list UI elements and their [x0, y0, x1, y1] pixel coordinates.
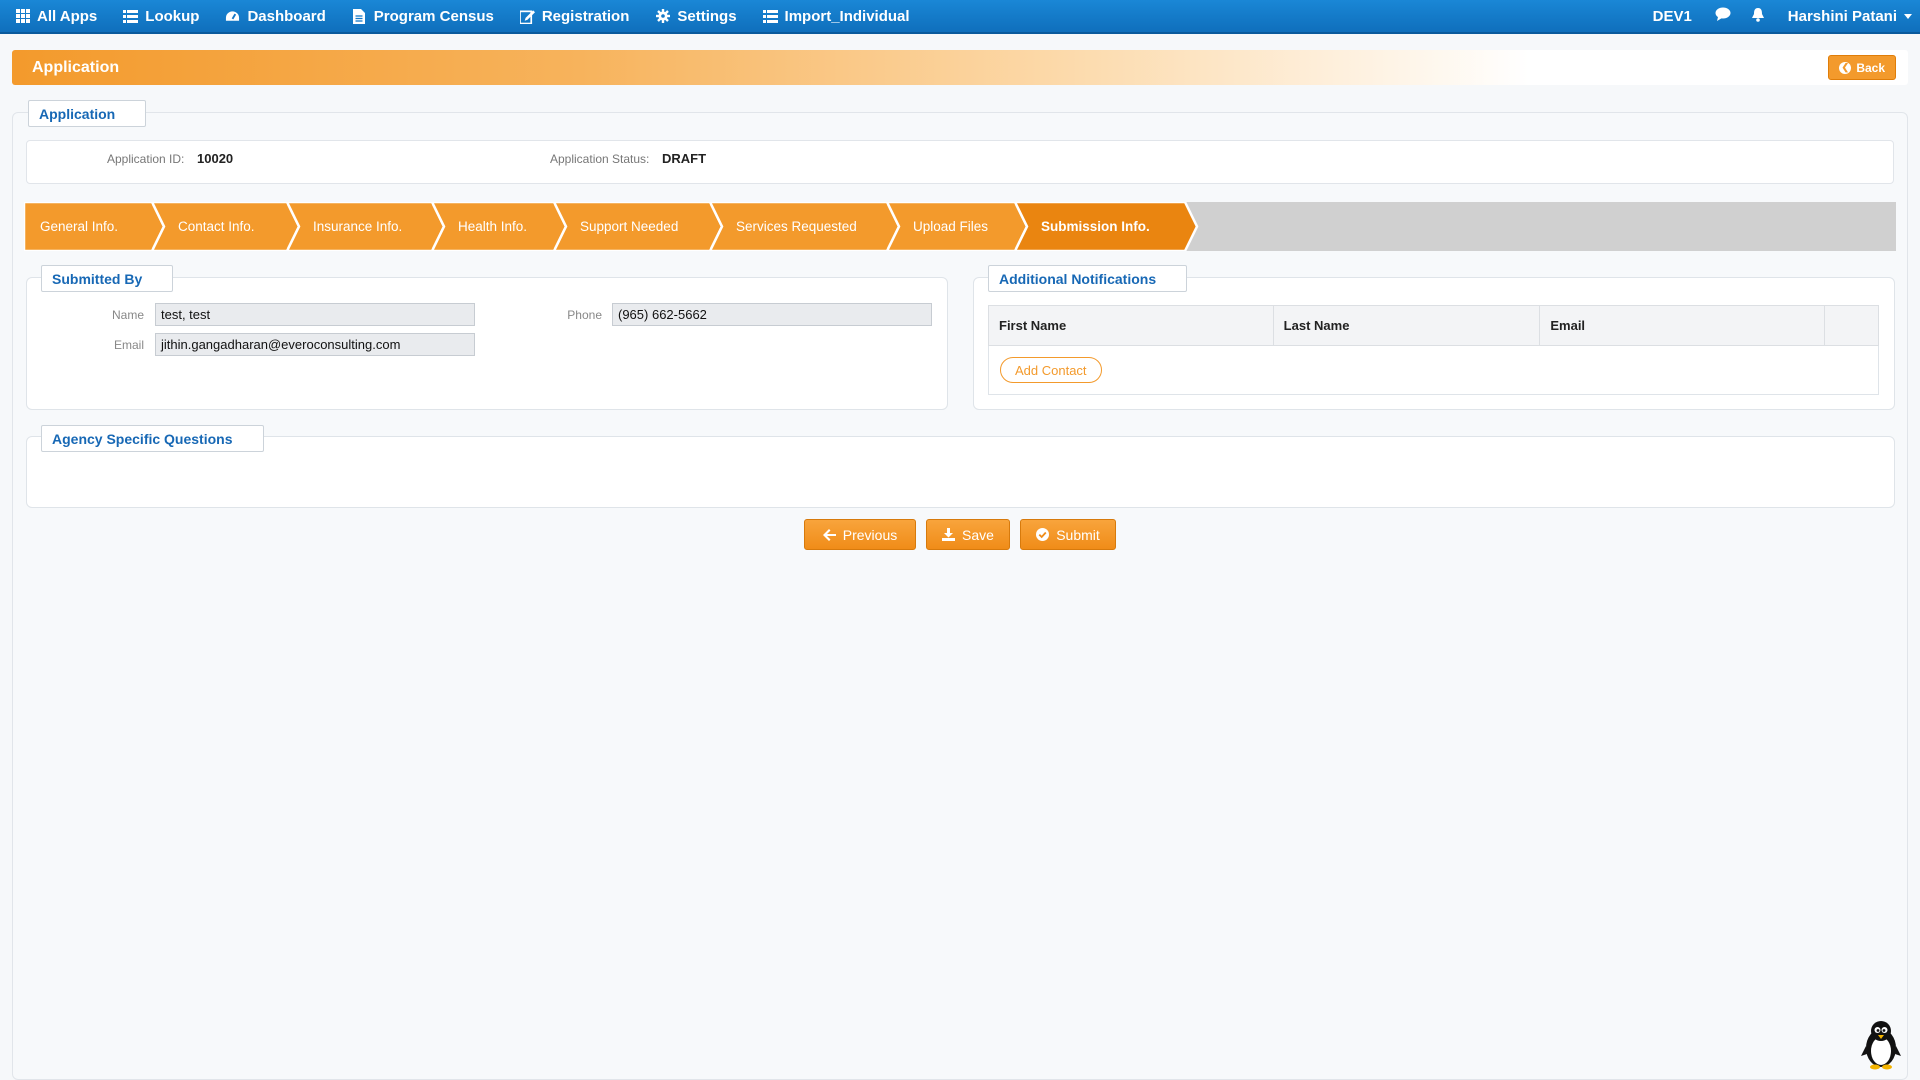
- download-icon: [942, 528, 956, 541]
- wizard-step-label: Submission Info.: [1041, 219, 1150, 234]
- submitted-by-legend: Submitted By: [41, 265, 173, 292]
- wizard-step-5[interactable]: Support Needed: [554, 202, 724, 251]
- agency-questions-section: [26, 436, 1895, 508]
- back-arrow-icon: ❮: [1839, 61, 1852, 74]
- nav-label: Program Census: [373, 7, 494, 25]
- application-id-label: Application ID:: [107, 152, 185, 166]
- nav-import-individual[interactable]: Import_Individual: [750, 0, 923, 33]
- wizard-step-label: Health Info.: [458, 219, 528, 234]
- grid-icon: [15, 9, 30, 24]
- wizard-step-label: Upload Files: [913, 219, 989, 234]
- application-info-bar: Application ID: 10020 Application Status…: [26, 140, 1894, 184]
- document-icon: [352, 8, 367, 24]
- nav-label: Lookup: [145, 7, 200, 25]
- nav-registration[interactable]: Registration: [507, 0, 643, 33]
- wizard-steps: General Info. Contact Info. Insurance Info…: [24, 202, 1896, 251]
- chevron-down-icon: [1904, 13, 1912, 19]
- environment-label: DEV1: [1652, 7, 1692, 25]
- edit-icon: [519, 9, 535, 24]
- nav-dashboard[interactable]: Dashboard: [212, 0, 338, 33]
- save-label: Save: [962, 526, 994, 543]
- bell-icon: [1751, 7, 1765, 26]
- chat-icon: [1715, 7, 1731, 25]
- add-contact-button[interactable]: Add Contact: [1000, 357, 1102, 383]
- submit-button[interactable]: Submit: [1020, 519, 1116, 550]
- wizard-step-1[interactable]: General Info.: [24, 202, 166, 251]
- application-status-value: DRAFT: [662, 151, 707, 166]
- nav-label: Settings: [677, 7, 737, 25]
- nav-program-census[interactable]: Program Census: [339, 0, 507, 33]
- nav-lookup[interactable]: Lookup: [110, 0, 212, 33]
- application-id-value: 10020: [197, 151, 234, 166]
- additional-notifications-legend: Additional Notifications: [988, 265, 1187, 292]
- wizard-step-label: Support Needed: [580, 219, 679, 234]
- list-icon: [762, 9, 778, 24]
- wizard-step-4[interactable]: Health Info.: [432, 202, 568, 251]
- arrow-left-icon: [822, 528, 836, 541]
- wizard-step-label: Insurance Info.: [313, 219, 403, 234]
- nav-label: Import_Individual: [784, 7, 910, 25]
- user-name: Harshini Patani: [1787, 7, 1897, 25]
- email-field[interactable]: jithin.gangadharan@everoconsulting.com: [155, 333, 475, 356]
- wizard-step-8[interactable]: Submission Info.: [1015, 202, 1199, 251]
- nav-settings[interactable]: Settings: [642, 0, 749, 33]
- nav-label: Dashboard: [247, 7, 326, 25]
- previous-button[interactable]: Previous: [804, 519, 916, 550]
- wizard-step-label: Services Requested: [736, 219, 857, 234]
- gear-icon: [655, 9, 670, 24]
- list-icon: [123, 9, 139, 24]
- wizard-step-7[interactable]: Upload Files: [887, 202, 1029, 251]
- wizard-step-label: Contact Info.: [178, 219, 255, 234]
- table-header-row: First Name Last Name Email: [988, 305, 1879, 346]
- name-label: Name: [111, 308, 144, 322]
- previous-label: Previous: [842, 526, 898, 543]
- wizard-step-label: General Info.: [40, 219, 119, 234]
- user-menu[interactable]: Harshini Patani: [1775, 0, 1920, 33]
- back-label: Back: [1856, 60, 1885, 75]
- nav-label: All Apps: [37, 7, 98, 25]
- page-title: Application: [32, 58, 120, 76]
- email-label: Email: [113, 338, 144, 352]
- chat-button[interactable]: [1705, 0, 1741, 33]
- save-button[interactable]: Save: [926, 519, 1010, 550]
- nav-label: Registration: [541, 7, 630, 25]
- penguin-mascot-icon[interactable]: [1860, 1018, 1902, 1070]
- dashboard-icon: [225, 9, 240, 24]
- check-circle-icon: [1036, 528, 1050, 541]
- application-panel: [12, 112, 1908, 1080]
- agency-questions-legend: Agency Specific Questions: [41, 425, 264, 452]
- top-navbar: All Apps Lookup Dashboard Program Census…: [0, 0, 1920, 34]
- column-actions: [1824, 305, 1879, 346]
- back-button[interactable]: ❮ Back: [1828, 55, 1896, 80]
- wizard-step-2[interactable]: Contact Info.: [152, 202, 301, 251]
- application-legend: Application: [28, 100, 146, 127]
- phone-field[interactable]: (965) 662-5662: [612, 303, 932, 326]
- wizard-step-6[interactable]: Services Requested: [710, 202, 901, 251]
- notifications-table: First Name Last Name Email: [988, 305, 1879, 346]
- name-field[interactable]: test, test: [155, 303, 475, 326]
- phone-label: Phone: [567, 308, 602, 322]
- notifications-button[interactable]: [1741, 0, 1775, 33]
- application-status-label: Application Status:: [550, 152, 650, 166]
- nav-all-apps[interactable]: All Apps: [2, 0, 110, 33]
- page-header: Application ❮ Back: [12, 50, 1908, 85]
- column-first-name: First Name: [988, 305, 1274, 346]
- submit-label: Submit: [1056, 526, 1100, 543]
- column-last-name: Last Name: [1272, 305, 1541, 346]
- wizard-step-3[interactable]: Insurance Info.: [287, 202, 446, 251]
- column-email: Email: [1539, 305, 1826, 346]
